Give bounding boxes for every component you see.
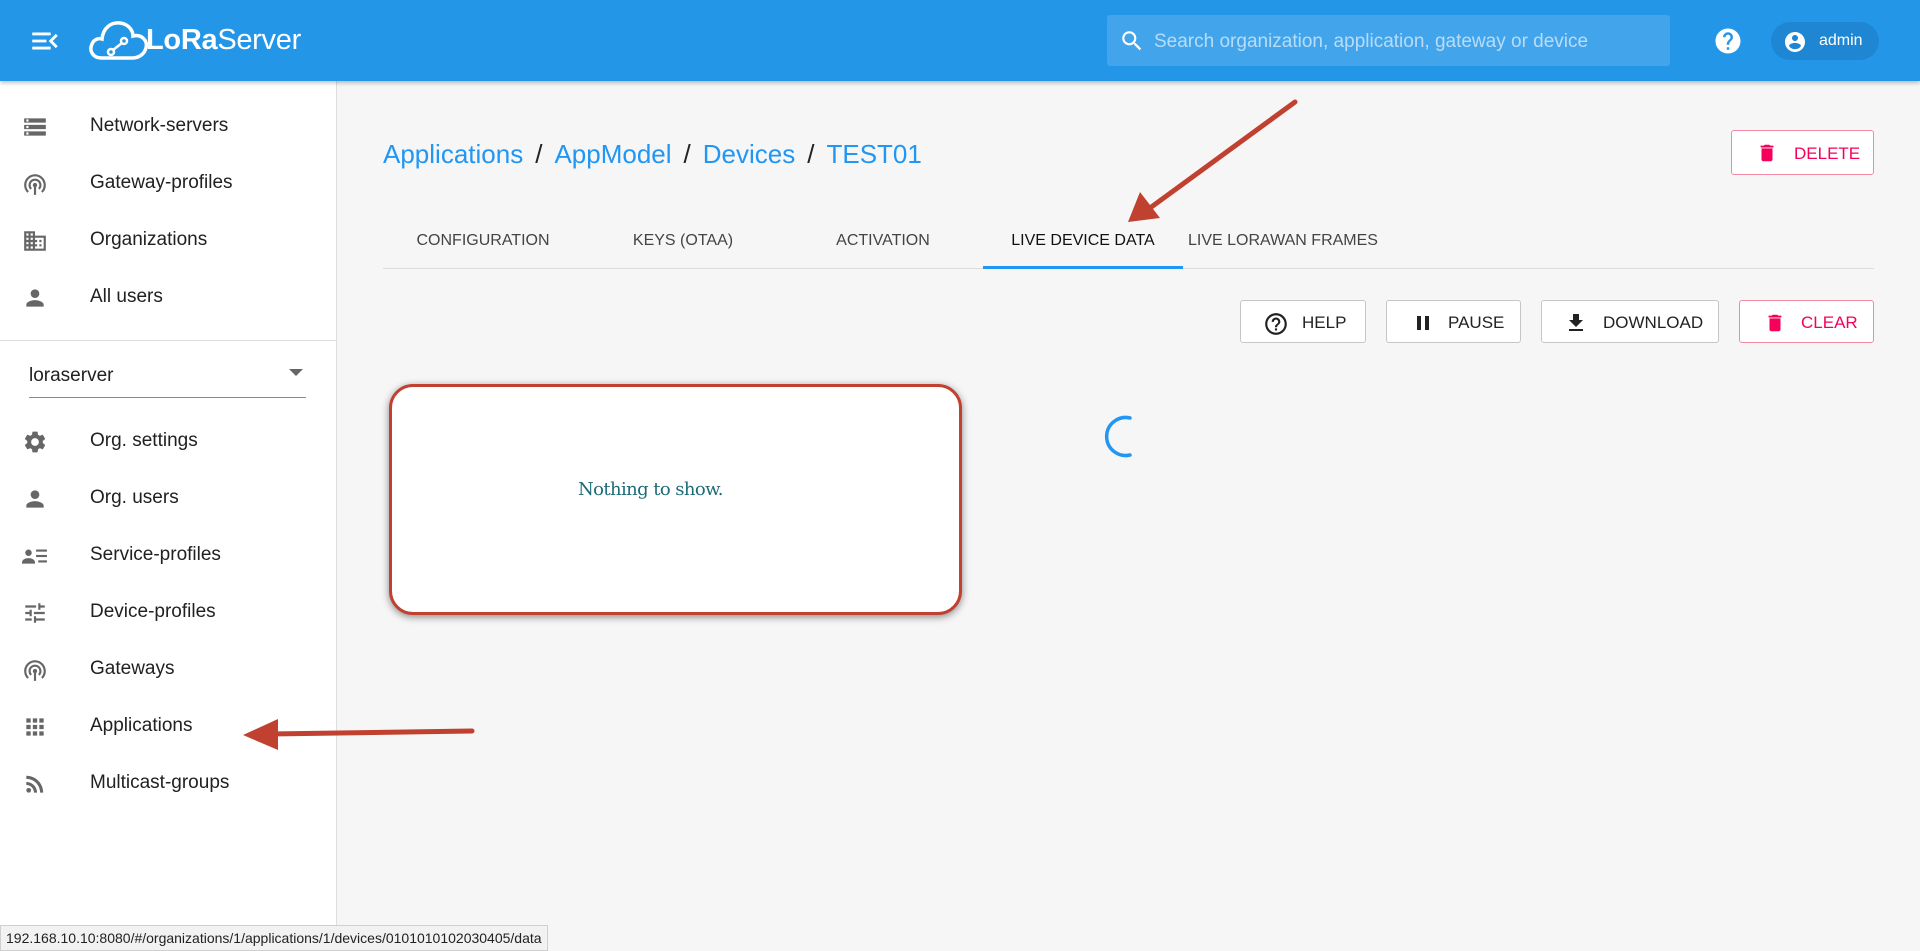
sidebar-item-label: Applications [90,715,193,736]
grid-icon [26,718,44,736]
delete-button[interactable]: DELETE [1731,130,1874,175]
clear-button[interactable]: CLEAR [1739,300,1874,343]
sidebar-item-device-profiles[interactable]: Device-profiles [0,584,336,640]
clear-button-label: CLEAR [1801,313,1858,332]
download-button[interactable]: DOWNLOAD [1541,300,1719,343]
account-circle-icon [1785,32,1805,52]
sidebar-item-label: Service-profiles [90,544,221,565]
device-tabs: CONFIGURATION KEYS (OTAA) ACTIVATION LIV… [383,213,1874,269]
breadcrumb-separator: / [535,139,543,169]
sidebar-item-applications[interactable]: Applications [0,698,336,754]
tab-live-device-data[interactable]: LIVE DEVICE DATA [983,213,1183,269]
tab-label: CONFIGURATION [416,232,550,249]
empty-state-message: Nothing to show. [578,479,723,500]
user-menu[interactable]: admin [1771,22,1879,60]
organization-select-value: loraserver [29,365,114,386]
search-input[interactable] [1152,15,1656,68]
download-icon [1569,314,1583,331]
organization-select[interactable]: loraserver [29,353,306,398]
search-icon [1122,31,1142,51]
breadcrumb-applications[interactable]: Applications [383,139,523,169]
pause-icon [1417,316,1429,330]
antenna-icon [24,660,46,681]
breadcrumb: Applications / AppModel / Devices / TEST01 [383,139,922,170]
sidebar-item-label: Device-profiles [90,601,216,622]
browser-status-url: 192.168.10.10:8080/#/organizations/1/app… [0,925,548,951]
menu-collapse-icon[interactable] [28,24,62,58]
sidebar: Network-servers Gateway-profiles Organiz… [0,81,337,951]
tab-label: ACTIVATION [836,232,930,249]
help-circle-icon [1265,313,1287,335]
sidebar-item-org-users[interactable]: Org. users [0,470,336,526]
empty-state-card: Nothing to show. [389,384,962,615]
sidebar-item-all-users[interactable]: All users [0,269,336,325]
sidebar-item-multicast-groups[interactable]: Multicast-groups [0,755,336,811]
breadcrumb-devices[interactable]: Devices [703,139,795,169]
top-app-bar: LoRaServer admin [0,0,1920,81]
cloud-logo-icon [86,14,152,66]
sidebar-item-org-settings[interactable]: Org. settings [0,413,336,469]
tab-label: LIVE LORAWAN FRAMES [1188,232,1378,249]
sidebar-item-service-profiles[interactable]: Service-profiles [0,527,336,583]
help-icon[interactable] [1713,26,1743,61]
trash-icon [1760,144,1774,162]
sidebar-item-gateways[interactable]: Gateways [0,641,336,697]
tab-keys-otaa[interactable]: KEYS (OTAA) [583,213,783,268]
breadcrumb-device[interactable]: TEST01 [826,139,921,169]
sidebar-item-gateway-profiles[interactable]: Gateway-profiles [0,155,336,211]
help-button[interactable]: HELP [1240,300,1366,343]
antenna-icon [24,174,46,195]
annotation-arrow-tab [1128,99,1298,222]
sliders-icon [25,603,45,623]
pause-button[interactable]: PAUSE [1386,300,1521,343]
rss-icon [26,775,44,793]
trash-icon [1768,314,1782,332]
tab-live-lorawan-frames[interactable]: LIVE LORAWAN FRAMES [1183,213,1383,268]
sidebar-item-label: All users [90,286,163,307]
sidebar-item-label: Gateways [90,658,175,679]
gear-icon [24,431,46,453]
help-button-label: HELP [1302,313,1347,332]
sidebar-item-label: Network-servers [90,115,229,136]
sidebar-item-label: Org. users [90,487,179,508]
tab-activation[interactable]: ACTIVATION [783,213,983,268]
server-icon [24,118,46,136]
tab-label: LIVE DEVICE DATA [1011,232,1155,249]
sidebar-item-label: Organizations [90,229,208,250]
delete-button-label: DELETE [1794,144,1861,163]
profile-list-icon [22,549,47,564]
sidebar-divider [0,340,336,341]
person-icon [26,289,44,307]
search-box [1107,15,1670,68]
sidebar-item-network-servers[interactable]: Network-servers [0,98,336,154]
loading-spinner-icon [1105,415,1132,458]
breadcrumb-application[interactable]: AppModel [554,139,671,169]
pause-button-label: PAUSE [1448,313,1505,332]
sidebar-item-organizations[interactable]: Organizations [0,212,336,268]
building-icon [24,231,46,251]
tab-label: KEYS (OTAA) [632,232,734,249]
tab-configuration[interactable]: CONFIGURATION [383,213,583,268]
sidebar-item-label: Gateway-profiles [90,172,233,193]
user-name: admin [1819,32,1863,49]
sidebar-item-label: Org. settings [90,430,198,451]
dropdown-arrow-icon [289,369,303,376]
download-button-label: DOWNLOAD [1603,313,1704,332]
breadcrumb-separator: / [807,139,815,169]
sidebar-item-label: Multicast-groups [90,772,230,793]
person-icon [26,490,44,508]
brand-name[interactable]: LoRaServer [146,24,301,57]
breadcrumb-separator: / [683,139,691,169]
